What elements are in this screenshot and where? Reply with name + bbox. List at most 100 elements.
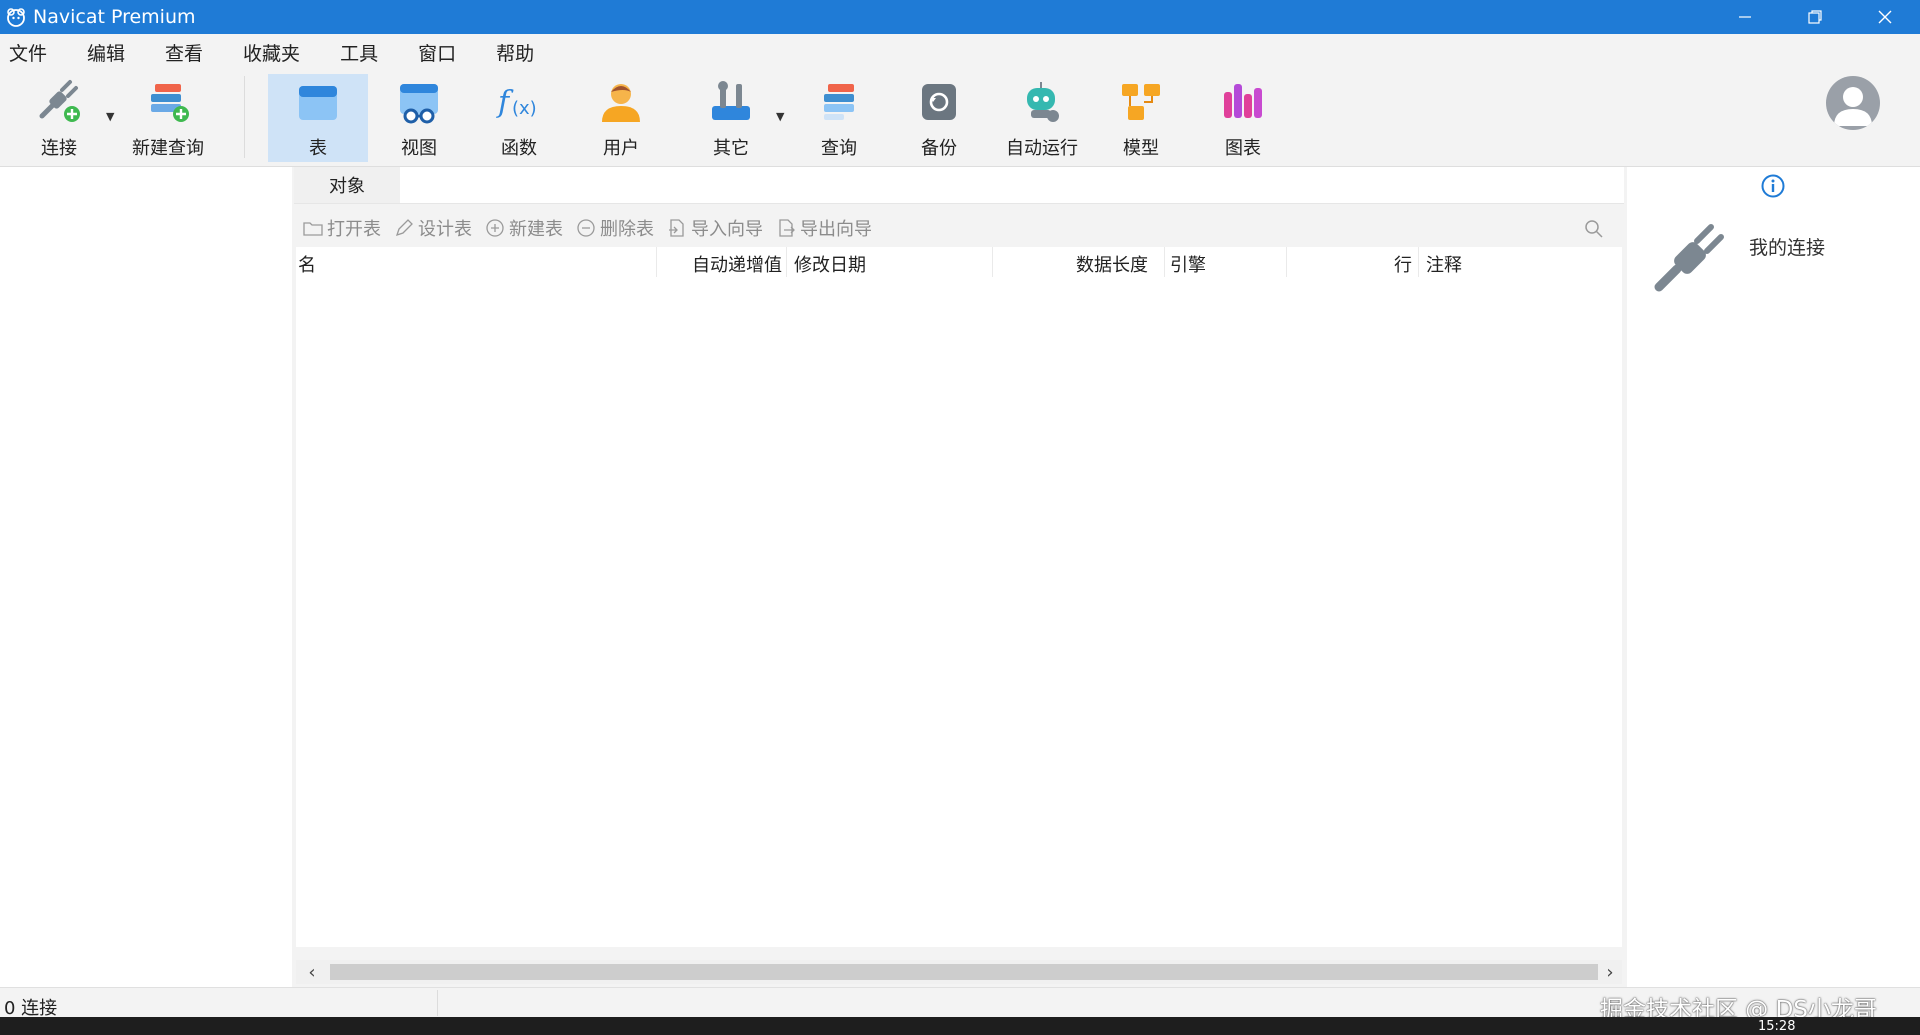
export-wizard-label: 导出向导 bbox=[800, 219, 872, 240]
objects-table[interactable]: 名 自动递增值 修改日期 数据长度 引擎 行 注释 bbox=[296, 247, 1622, 947]
backup-icon bbox=[922, 84, 956, 120]
column-header-modified-date[interactable]: 修改日期 bbox=[794, 251, 866, 277]
chart-label: 图表 bbox=[1225, 138, 1261, 159]
view-label: 视图 bbox=[401, 138, 437, 159]
clock: 15:28 bbox=[1758, 1019, 1796, 1034]
other-label: 其它 bbox=[713, 138, 749, 159]
table-header: 名 自动递增值 修改日期 数据长度 引擎 行 注释 bbox=[296, 247, 1622, 277]
scrollbar-thumb[interactable] bbox=[330, 964, 1598, 980]
import-wizard-label: 导入向导 bbox=[691, 219, 763, 240]
user-icon bbox=[602, 84, 640, 122]
view-button[interactable]: 视图 bbox=[378, 74, 460, 162]
backup-button[interactable]: 备份 bbox=[898, 74, 980, 162]
menu-favorites[interactable]: 收藏夹 bbox=[243, 39, 300, 66]
restore-icon bbox=[1808, 10, 1822, 24]
menu-view[interactable]: 查看 bbox=[165, 39, 203, 66]
export-icon bbox=[779, 219, 795, 237]
avatar-icon bbox=[1834, 87, 1872, 126]
automation-button[interactable]: 自动运行 bbox=[996, 74, 1088, 162]
menu-tools[interactable]: 工具 bbox=[340, 39, 378, 66]
function-label: 函数 bbox=[501, 138, 537, 159]
minus-circle-icon bbox=[577, 219, 595, 237]
title-bar: Navicat Premium bbox=[0, 0, 1920, 34]
object-toolbar: 打开表 设计表 新建表 删除表 导入向导 导出向导 bbox=[294, 211, 1624, 245]
horizontal-scrollbar[interactable]: ‹ › bbox=[296, 960, 1622, 984]
automation-label: 自动运行 bbox=[1006, 138, 1078, 159]
column-divider[interactable] bbox=[656, 247, 657, 277]
delete-table-button[interactable]: 删除表 bbox=[575, 215, 654, 241]
close-icon bbox=[1878, 10, 1892, 24]
menu-file[interactable]: 文件 bbox=[9, 39, 47, 66]
tab-objects[interactable]: 对象 bbox=[294, 167, 400, 203]
pencil-icon bbox=[395, 219, 413, 237]
connect-button[interactable]: 连接 bbox=[18, 74, 100, 162]
column-header-auto-increment[interactable]: 自动递增值 bbox=[692, 251, 782, 277]
query-icon bbox=[824, 84, 854, 120]
connect-label: 连接 bbox=[41, 138, 77, 159]
column-divider[interactable] bbox=[786, 247, 787, 277]
column-divider[interactable] bbox=[1286, 247, 1287, 277]
tools-other-icon bbox=[712, 81, 750, 120]
function-button[interactable]: f (x) 函数 bbox=[478, 74, 560, 162]
column-divider[interactable] bbox=[1164, 247, 1165, 277]
new-query-button[interactable]: 新建查询 bbox=[124, 74, 212, 162]
scroll-right-icon[interactable]: › bbox=[1598, 960, 1622, 984]
new-table-button[interactable]: 新建表 bbox=[484, 215, 563, 241]
plug-connection-icon bbox=[1654, 224, 1724, 292]
connection-tree-panel[interactable] bbox=[0, 167, 292, 987]
column-divider[interactable] bbox=[992, 247, 993, 277]
status-divider bbox=[437, 990, 438, 1016]
other-button[interactable]: 其它 bbox=[690, 74, 772, 162]
connect-dropdown-icon[interactable]: ▼ bbox=[106, 110, 114, 123]
delete-table-label: 删除表 bbox=[600, 219, 654, 240]
table-button[interactable]: 表 bbox=[268, 74, 368, 162]
chart-button[interactable]: 图表 bbox=[1202, 74, 1284, 162]
view-glasses-icon bbox=[400, 84, 438, 124]
robot-automation-icon bbox=[1027, 82, 1059, 122]
menu-bar: 文件 编辑 查看 收藏夹 工具 窗口 帮助 bbox=[0, 34, 1920, 70]
table-icon bbox=[299, 86, 337, 120]
search-icon[interactable] bbox=[1584, 219, 1604, 239]
column-header-name[interactable]: 名 bbox=[298, 251, 316, 277]
column-header-engine[interactable]: 引擎 bbox=[1170, 251, 1206, 277]
import-icon bbox=[669, 219, 684, 237]
plus-circle-icon bbox=[486, 219, 504, 237]
status-bar: 0 连接 掘金技术社区 @ DS小龙哥 bbox=[0, 987, 1920, 1023]
toolbar-separator bbox=[244, 76, 245, 158]
menu-help[interactable]: 帮助 bbox=[496, 39, 534, 66]
chart-icon bbox=[1224, 84, 1262, 118]
column-header-data-length[interactable]: 数据长度 bbox=[1076, 251, 1148, 277]
table-label: 表 bbox=[309, 138, 327, 159]
query-button[interactable]: 查询 bbox=[798, 74, 880, 162]
object-pane: 对象 打开表 设计表 新建表 删除表 导入向导 导出向导 名 自动递增值 修改日… bbox=[294, 167, 1624, 987]
model-label: 模型 bbox=[1123, 138, 1159, 159]
import-wizard-button[interactable]: 导入向导 bbox=[666, 215, 763, 241]
column-divider[interactable] bbox=[1418, 247, 1419, 277]
svg-text:(x): (x) bbox=[512, 98, 537, 119]
other-dropdown-icon[interactable]: ▼ bbox=[776, 110, 784, 123]
close-button[interactable] bbox=[1850, 0, 1920, 34]
model-button[interactable]: 模型 bbox=[1100, 74, 1182, 162]
os-taskbar: 15:28 bbox=[0, 1017, 1920, 1035]
menu-edit[interactable]: 编辑 bbox=[87, 39, 125, 66]
user-button[interactable]: 用户 bbox=[580, 74, 662, 162]
column-header-rows[interactable]: 行 bbox=[1394, 251, 1412, 277]
info-icon[interactable] bbox=[1760, 173, 1786, 199]
tab-bar: 对象 bbox=[294, 167, 1624, 204]
new-query-label: 新建查询 bbox=[132, 138, 204, 159]
export-wizard-button[interactable]: 导出向导 bbox=[775, 215, 872, 241]
restore-button[interactable] bbox=[1780, 0, 1850, 34]
query-label: 查询 bbox=[821, 138, 857, 159]
user-label: 用户 bbox=[603, 138, 639, 159]
design-table-label: 设计表 bbox=[418, 219, 472, 240]
column-header-comment[interactable]: 注释 bbox=[1426, 251, 1462, 277]
minimize-button[interactable] bbox=[1710, 0, 1780, 34]
design-table-button[interactable]: 设计表 bbox=[393, 215, 472, 241]
menu-window[interactable]: 窗口 bbox=[418, 39, 456, 66]
scroll-left-icon[interactable]: ‹ bbox=[300, 960, 324, 984]
user-avatar[interactable] bbox=[1826, 76, 1880, 130]
info-panel: 我的连接 bbox=[1627, 167, 1920, 987]
backup-label: 备份 bbox=[921, 138, 957, 159]
open-table-button[interactable]: 打开表 bbox=[302, 215, 381, 241]
model-icon bbox=[1122, 84, 1160, 120]
